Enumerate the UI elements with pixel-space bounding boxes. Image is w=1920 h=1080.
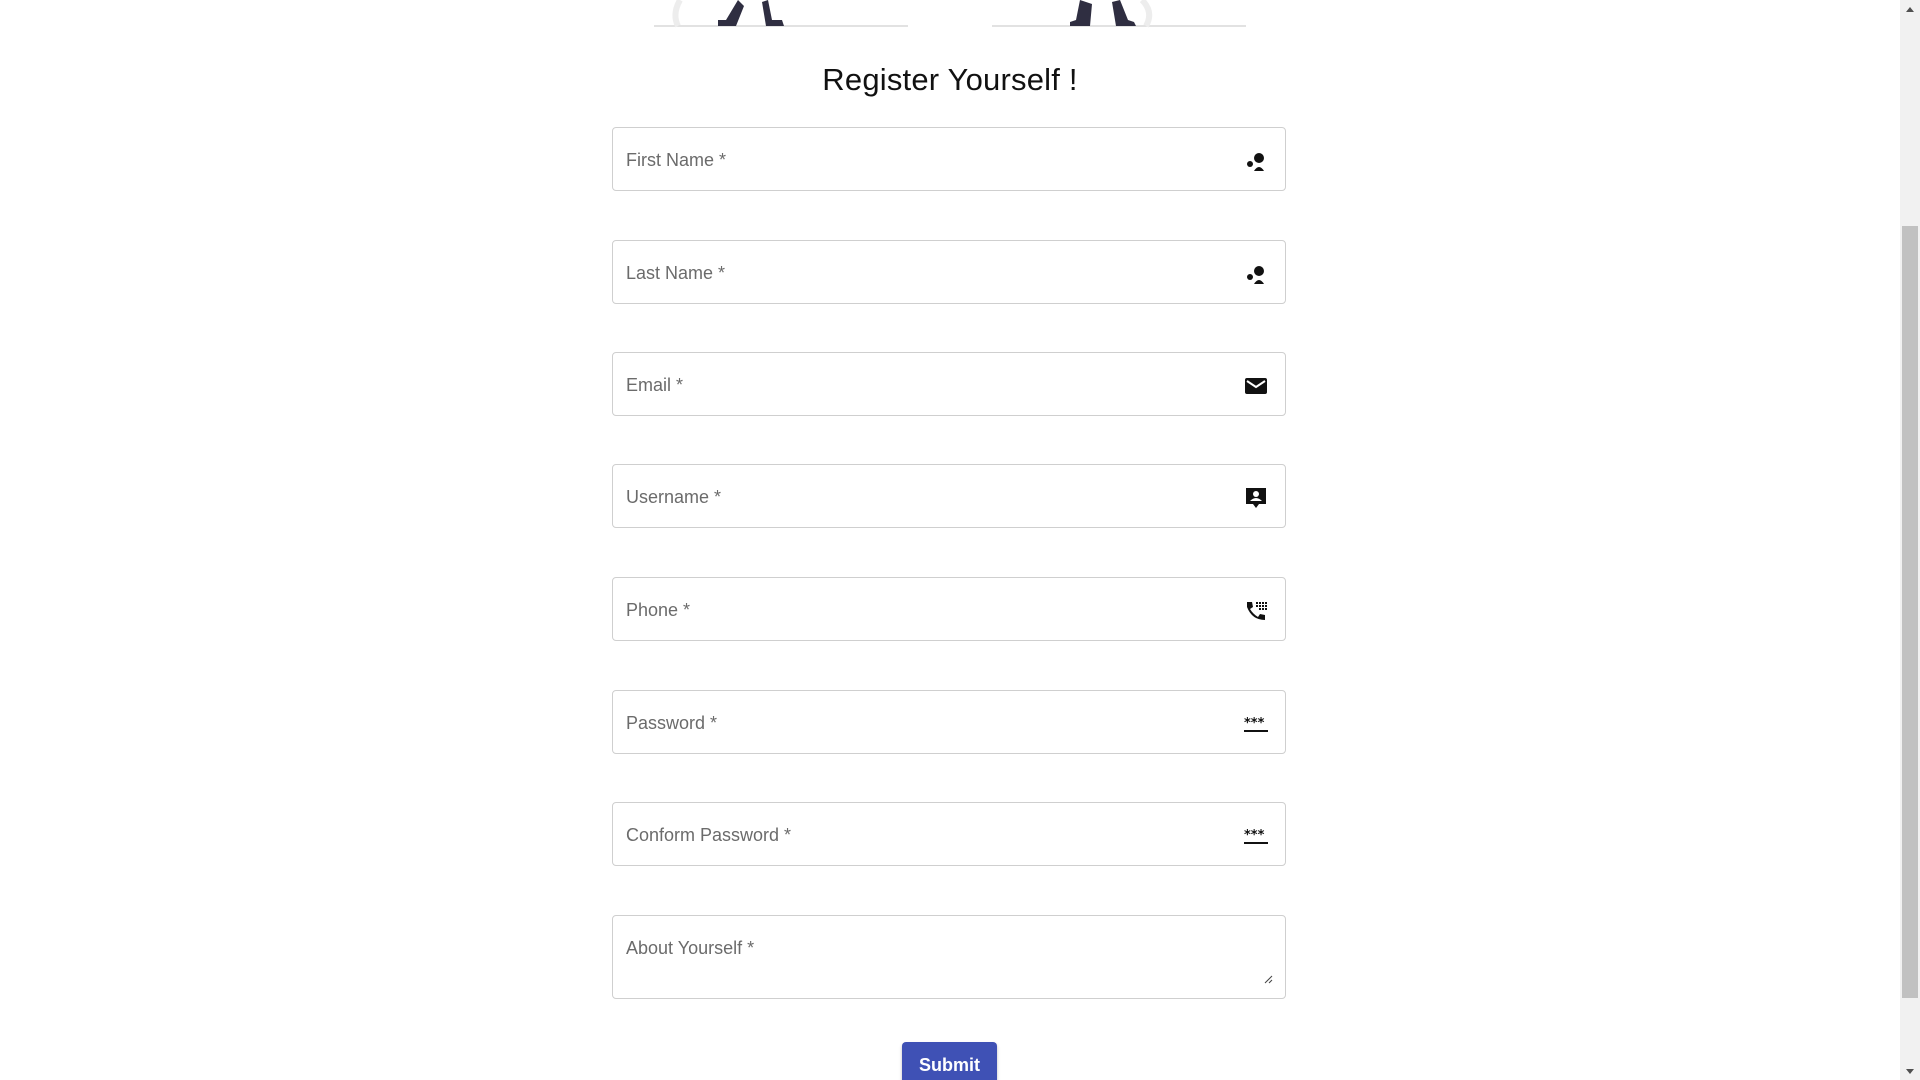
form-title: Register Yourself ! [822, 62, 1078, 97]
email-label: Email * [626, 375, 684, 395]
confirm-password-field[interactable]: Conform Password * *** [612, 802, 1286, 866]
first-name-field[interactable]: First Name * [612, 127, 1286, 191]
password-field[interactable]: Password * *** [612, 690, 1286, 754]
password-label: Password * [626, 713, 718, 733]
username-label: Username * [626, 487, 722, 507]
scroll-up-arrow-icon[interactable] [1900, 0, 1920, 17]
phone-field[interactable]: Phone * [612, 577, 1286, 641]
scrollbar-thumb[interactable] [1902, 226, 1918, 998]
password-icon: *** [1243, 823, 1269, 849]
about-yourself-textarea[interactable]: About Yourself * [612, 915, 1286, 999]
vertical-scrollbar[interactable] [1900, 0, 1920, 1080]
contact-card-icon [1243, 485, 1269, 511]
mail-icon [1243, 373, 1269, 399]
about-yourself-label: About Yourself * [626, 938, 755, 958]
submit-button[interactable]: Submit [902, 1042, 997, 1080]
first-name-label: First Name * [626, 150, 727, 170]
last-name-field[interactable]: Last Name * [612, 240, 1286, 304]
person-group-icon [1243, 148, 1269, 174]
phone-label: Phone * [626, 600, 691, 620]
resize-handle-icon[interactable] [1263, 974, 1273, 984]
email-field[interactable]: Email * [612, 352, 1286, 416]
svg-text:***: *** [1244, 828, 1265, 843]
svg-text:***: *** [1244, 716, 1265, 731]
person-group-icon [1243, 261, 1269, 287]
dialpad-phone-icon [1243, 598, 1269, 624]
header-illustration [654, 0, 1246, 28]
scroll-down-arrow-icon[interactable] [1900, 1063, 1920, 1080]
confirm-password-label: Conform Password * [626, 825, 792, 845]
last-name-label: Last Name * [626, 263, 726, 283]
username-field[interactable]: Username * [612, 464, 1286, 528]
registration-page: Register Yourself ! First Name * Last Na… [0, 0, 1920, 1080]
password-icon: *** [1243, 711, 1269, 737]
